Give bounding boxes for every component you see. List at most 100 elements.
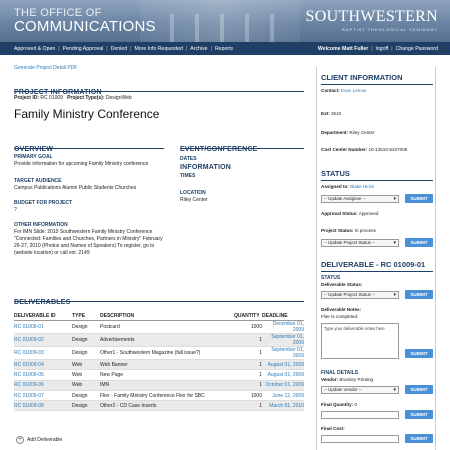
quantity-cell: 1 bbox=[234, 359, 262, 371]
col-deliverable-id: DELIVERABLE ID bbox=[14, 311, 72, 321]
primary-goal-label: PRIMARY GOAL bbox=[14, 154, 53, 160]
other-info-line: 26-27, 2010 (Photos and Names of Speaker… bbox=[14, 243, 155, 249]
target-audience-label: TARGET AUDIENCE bbox=[14, 178, 62, 184]
assignee-submit-button[interactable]: SUBMIT bbox=[405, 194, 433, 203]
project-status-submit-button[interactable]: SUBMIT bbox=[405, 238, 433, 247]
table-row[interactable]: RC 01009-03 Design Other1 - Southwestern… bbox=[14, 346, 304, 360]
final-details-heading: FINAL DETAILS bbox=[321, 370, 359, 376]
location-label: LOCATION bbox=[180, 190, 206, 196]
other-info-label: OTHER INFORMATION bbox=[14, 222, 68, 228]
deliverable-notes-textarea[interactable]: Type your deliverable notes here bbox=[321, 323, 399, 359]
nav-reports[interactable]: Reports bbox=[215, 46, 233, 52]
deliverable-id-link[interactable]: RC 01009-06 bbox=[14, 380, 72, 391]
table-row[interactable]: RC 01009-07 Design Flier - Family Minist… bbox=[14, 390, 304, 402]
assignee-select[interactable]: -- Update Assignee -- bbox=[321, 195, 399, 203]
office-title-line2: COMMUNICATIONS bbox=[14, 18, 156, 35]
description-cell: Other1 - Southwestern Magazine (fall iss… bbox=[100, 346, 234, 360]
deliverable-notes-label: Deliverable Notes: bbox=[321, 307, 362, 312]
approval-label: Approval Status: bbox=[321, 211, 358, 216]
project-id-value: RC 01009 bbox=[40, 95, 63, 101]
brand-subtitle: BAPTIST THEOLOGICAL SEMINARY bbox=[342, 27, 438, 32]
project-status-select[interactable]: -- Update Project Status -- bbox=[321, 239, 399, 247]
deadline-cell: August 01, 2009 bbox=[262, 359, 304, 371]
deliverable-id-link[interactable]: RC 01009-03 bbox=[14, 346, 72, 360]
department-value: Riley Center bbox=[349, 130, 375, 135]
project-id-row: Project ID: RC 01009 Project Type(s): De… bbox=[14, 95, 132, 102]
generate-pdf-link[interactable]: Generate Project Detail PDF bbox=[14, 65, 77, 71]
budget-label: BUDGET FOR PROJECT bbox=[14, 200, 73, 206]
table-row[interactable]: RC 01009-05 Web New Page 1 August 01, 20… bbox=[14, 369, 304, 381]
vendor-select[interactable]: -- Update Vendor -- bbox=[321, 386, 399, 394]
assigned-row: Assigned to: Blake Hicks bbox=[317, 184, 378, 189]
nav-denied[interactable]: Denied bbox=[111, 46, 127, 52]
table-row[interactable]: RC 01009-02 Design Advertisements 1 Sept… bbox=[14, 333, 304, 347]
column-decor bbox=[170, 14, 174, 42]
deliverable-panel-heading: DELIVERABLE - RC 01009-01 bbox=[321, 260, 426, 269]
deliverables-table: DELIVERABLE ID TYPE DESCRIPTION QUANTITY… bbox=[14, 311, 304, 412]
table-row[interactable]: RC 01009-01 Design Postcard 1000 Decembe… bbox=[14, 320, 304, 334]
quantity-cell: 1000 bbox=[234, 390, 262, 402]
ext-label: Ext: bbox=[321, 111, 330, 116]
other-info-text: For IMN Slide: 2010 Southwestern Family … bbox=[14, 229, 174, 257]
notes-submit-button[interactable]: SUBMIT bbox=[405, 349, 433, 358]
description-cell: Flier - Family Ministry Conference Flier… bbox=[100, 390, 234, 402]
column-decor bbox=[245, 14, 249, 42]
vendor-row: Vendor: Brumley Printing bbox=[317, 377, 377, 382]
cost-center-label: Cost Center Number: bbox=[321, 147, 368, 152]
final-cost-input[interactable] bbox=[321, 435, 399, 443]
deliverable-id-link[interactable]: RC 01009-04 bbox=[14, 359, 72, 371]
logoff-link[interactable]: logoff bbox=[376, 46, 389, 52]
col-description: DESCRIPTION bbox=[100, 311, 234, 321]
change-password-link[interactable]: Change Password bbox=[396, 46, 438, 52]
cost-submit-button[interactable]: SUBMIT bbox=[405, 434, 433, 443]
table-row[interactable]: RC 01009-04 Web Web Banner 1 August 01, … bbox=[14, 359, 304, 371]
deliverable-status-label: Deliverable Status: bbox=[321, 282, 363, 287]
quantity-cell: 1 bbox=[234, 346, 262, 360]
vendor-value: Brumley Printing bbox=[339, 377, 374, 382]
deliverable-status-heading: STATUS bbox=[321, 275, 341, 281]
deadline-cell: August 01, 2009 bbox=[262, 369, 304, 381]
vendor-submit-button[interactable]: SUBMIT bbox=[405, 385, 433, 394]
nav-pending-approval[interactable]: Pending Approval bbox=[63, 46, 104, 52]
column-decor bbox=[195, 14, 199, 42]
department-row: Department: Riley Center bbox=[317, 130, 379, 135]
project-id-label: Project ID: bbox=[14, 95, 40, 101]
deadline-cell: June 12, 2009 bbox=[262, 390, 304, 402]
quantity-cell: 1 bbox=[234, 400, 262, 412]
other-info-line: "Connected: Families and Churches, Partn… bbox=[14, 236, 163, 242]
column-decor bbox=[270, 14, 274, 42]
dates-label: DATES bbox=[180, 156, 197, 162]
deliverable-id-link[interactable]: RC 01009-05 bbox=[14, 369, 72, 381]
table-row[interactable]: RC 01009-08 Design Other2 - CD Case Inse… bbox=[14, 400, 304, 412]
description-cell: Web Banner bbox=[100, 359, 234, 371]
cost-center-row: Cost Center Number: 10-13510-5237008 bbox=[317, 147, 411, 152]
deliverable-status-submit-button[interactable]: SUBMIT bbox=[405, 290, 433, 299]
quantity-cell: 1000 bbox=[234, 320, 262, 334]
assigned-link[interactable]: Blake Hicks bbox=[350, 184, 374, 189]
deliverable-id-link[interactable]: RC 01009-01 bbox=[14, 320, 72, 334]
project-status-value: In process bbox=[354, 228, 376, 233]
table-row[interactable]: RC 01009-06 Web IMN 1 October 01, 2009 bbox=[14, 380, 304, 391]
nav-approved-open[interactable]: Approved & Open bbox=[14, 46, 55, 52]
type-cell: Web bbox=[72, 369, 100, 381]
project-status-row: Project Status: In process bbox=[317, 228, 380, 233]
department-label: Department: bbox=[321, 130, 349, 135]
deliverable-status-select[interactable]: -- Update Project Status -- bbox=[321, 291, 399, 299]
nav-more-info[interactable]: More Info Requested bbox=[134, 46, 182, 52]
contact-link[interactable]: Evan Lenow bbox=[341, 88, 366, 93]
type-cell: Web bbox=[72, 359, 100, 371]
other-info-line: (website location) or call ext. 2149 bbox=[14, 250, 90, 256]
deliverable-id-link[interactable]: RC 01009-07 bbox=[14, 390, 72, 402]
nav-archive[interactable]: Archive bbox=[190, 46, 207, 52]
quantity-cell: 1 bbox=[234, 333, 262, 347]
client-info-heading: CLIENT INFORMATION bbox=[321, 73, 403, 82]
deliverable-id-link[interactable]: RC 01009-02 bbox=[14, 333, 72, 347]
quantity-submit-button[interactable]: SUBMIT bbox=[405, 410, 433, 419]
brand-logo: SOUTHWESTERN bbox=[305, 8, 438, 25]
deliverable-id-link[interactable]: RC 01009-08 bbox=[14, 400, 72, 412]
approval-value: Approved bbox=[358, 211, 379, 216]
final-quantity-input[interactable] bbox=[321, 411, 399, 419]
final-quantity-row: Final Quantity: 0 bbox=[317, 402, 361, 407]
overview-heading: OVERVIEW bbox=[14, 146, 54, 153]
add-deliverable-button[interactable]: + Add Deliverable bbox=[16, 436, 62, 444]
